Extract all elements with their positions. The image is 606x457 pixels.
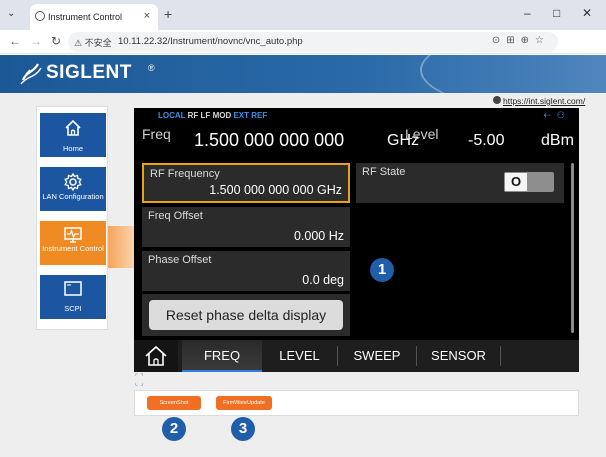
rf-frequency-field[interactable]: RF Frequency 1.500 000 000 000 GHz <box>142 163 350 203</box>
siglent-logo-icon <box>20 63 42 85</box>
sidebar-item-label: Instrument Control <box>42 244 104 253</box>
tab-freq[interactable]: FREQ <box>182 340 262 372</box>
scrollbar[interactable] <box>571 163 574 333</box>
gear-icon <box>64 172 82 192</box>
back-arrow-icon[interactable]: ← <box>9 34 21 48</box>
annotation-badge-1: 1 <box>370 258 394 282</box>
tab-level[interactable]: LEVEL <box>262 340 337 372</box>
active-nav-indicator <box>108 226 134 268</box>
instrument-tab-bar: FREQ LEVEL SWEEP SENSOR <box>134 340 579 372</box>
browser-tab-bar: ⌄ Instrument Control × + – □ ✕ <box>0 0 606 30</box>
level-caption: Level <box>405 126 439 142</box>
tab-sweep[interactable]: SWEEP <box>338 340 416 372</box>
security-warning-label[interactable]: ⚠ 不安全 <box>74 36 112 49</box>
sidebar-item-label: LAN Configuration <box>42 192 104 201</box>
tab-sensor[interactable]: SENSOR <box>417 340 500 372</box>
freq-readout: 1.500 000 000 000 <box>194 130 345 150</box>
connection-icons: ⇠⚇ <box>543 110 571 120</box>
url-field[interactable]: ⚠ 不安全 10.11.22.32/Instrument/novnc/vnc_a… <box>68 32 558 52</box>
level-unit: dBm <box>541 132 574 149</box>
sidebar-item-scpi[interactable]: SCPI <box>40 275 106 319</box>
window-close-button[interactable]: ✕ <box>582 6 592 20</box>
tab-separator <box>500 346 501 366</box>
maximize-button[interactable]: □ <box>553 6 560 20</box>
field-label: RF Frequency <box>150 168 220 180</box>
status-ext-ref: EXT REF <box>233 111 268 120</box>
toggle-knob: O <box>505 173 527 191</box>
reload-icon[interactable]: ↻ <box>51 34 61 48</box>
sidebar-item-lan-configuration[interactable]: LAN Configuration <box>40 167 106 211</box>
field-value: 0.0 deg <box>302 273 344 287</box>
rf-state-field[interactable]: RF State O <box>356 163 564 203</box>
new-tab-button[interactable]: + <box>164 6 172 22</box>
status-rf: RF <box>187 111 199 120</box>
minimize-button[interactable]: – <box>524 6 531 20</box>
rf-state-toggle[interactable]: O <box>504 172 554 192</box>
sidebar: Home LAN Configuration Instrument Contro… <box>36 106 108 330</box>
siglent-header: SIGLENT ® <box>0 55 606 93</box>
instrument-remote-screen[interactable]: LOCAL RF LF MOD EXT REF ⇠⚇ Freq 1.500 00… <box>134 108 579 372</box>
trademark-symbol: ® <box>148 63 155 73</box>
firmware-update-button[interactable]: FirmWareUpdate <box>216 396 272 410</box>
field-label: RF State <box>362 166 406 178</box>
sidebar-item-instrument-control[interactable]: Instrument Control <box>40 221 106 265</box>
field-value: 1.500 000 000 000 GHz <box>209 183 342 197</box>
sidebar-item-label: Home <box>62 144 83 153</box>
sidebar-item-label: SCPI <box>64 304 82 313</box>
terminal-icon <box>64 281 82 296</box>
waveform-monitor-icon <box>64 227 82 243</box>
sidebar-item-home[interactable]: Home <box>40 113 106 157</box>
home-icon <box>145 345 167 366</box>
forward-arrow-icon[interactable]: → <box>30 34 42 48</box>
tab-title: Instrument Control <box>48 12 123 22</box>
omnibox-action-icons[interactable]: ⊙⊞⊕☆ <box>492 35 550 46</box>
phase-offset-field[interactable]: Phase Offset 0.0 deg <box>142 251 350 291</box>
field-label: Freq Offset <box>148 210 203 222</box>
siglent-site-link[interactable]: https://int.siglent.com/ <box>503 96 585 106</box>
tab-close-button[interactable]: × <box>144 10 150 22</box>
field-value: 0.000 Hz <box>293 229 344 243</box>
reset-phase-delta-button[interactable]: Reset phase delta display <box>149 300 343 330</box>
tab-search-chevron-icon[interactable]: ⌄ <box>7 8 15 19</box>
status-line: LOCAL RF LF MOD EXT REF <box>158 111 267 120</box>
status-mod: MOD <box>212 111 232 120</box>
brand-name: SIGLENT <box>46 62 132 83</box>
freq-offset-field[interactable]: Freq Offset 0.000 Hz <box>142 207 350 247</box>
browser-tab[interactable]: Instrument Control × <box>30 4 158 30</box>
fullscreen-expand-icon[interactable]: ⌜ ⌝ ⌞ ⌟ <box>135 374 144 387</box>
header-swoosh-decoration <box>420 55 606 93</box>
favicon-icon <box>35 11 45 21</box>
address-bar-row: ← → ↻ ⚠ 不安全 10.11.22.32/Instrument/novnc… <box>0 30 606 78</box>
annotation-badge-2: 2 <box>162 417 186 441</box>
field-label: Phase Offset <box>148 254 212 266</box>
screenshot-button[interactable]: ScreenShot <box>147 396 201 410</box>
status-lf: LF <box>200 111 211 120</box>
home-icon <box>65 119 81 136</box>
status-local: LOCAL <box>158 111 186 120</box>
instrument-home-button[interactable] <box>134 340 178 372</box>
annotation-badge-3: 3 <box>231 417 255 441</box>
url-text: 10.11.22.32/Instrument/novnc/vnc_auto.ph… <box>118 36 303 47</box>
freq-caption: Freq <box>142 126 171 142</box>
globe-icon <box>493 96 501 104</box>
level-readout: -5.00 <box>468 132 505 149</box>
